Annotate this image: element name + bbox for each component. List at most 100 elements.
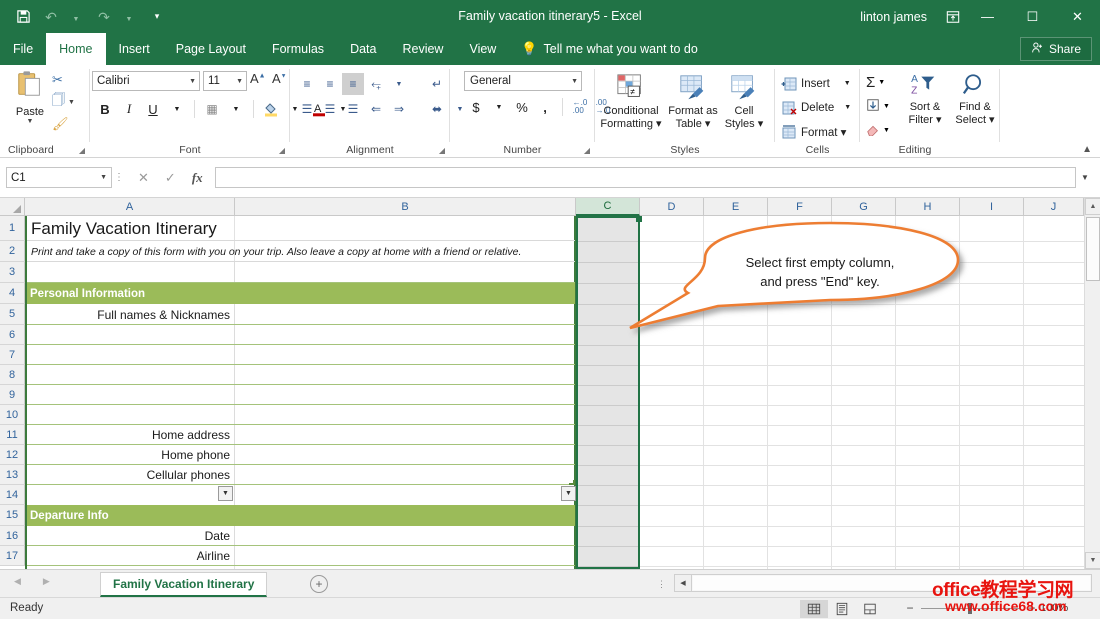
vertical-scroll-thumb[interactable]	[1086, 217, 1100, 281]
row-header-4[interactable]: 4	[0, 283, 25, 304]
share-button[interactable]: Share	[1020, 37, 1092, 61]
column-header-a[interactable]: A	[25, 198, 235, 216]
cut-button[interactable]: ✂	[52, 69, 86, 91]
accounting-dropdown-icon[interactable]: ▼	[489, 96, 509, 118]
autosum-button[interactable]: Σ	[866, 74, 875, 91]
conditional-formatting-button[interactable]: ≠ ConditionalFormatting ▾	[599, 69, 663, 131]
column-header-i[interactable]: I	[960, 198, 1024, 216]
font-name-dropdown-icon[interactable]: ▼	[189, 78, 196, 85]
copy-button[interactable]: 🗍▼	[52, 91, 86, 113]
row-header-16[interactable]: 16	[0, 526, 25, 546]
fill-dropdown-icon[interactable]: ▼	[883, 103, 890, 110]
cell-a6[interactable]	[27, 325, 234, 345]
cell-a9[interactable]	[27, 385, 234, 405]
formula-bar-grip[interactable]: ⋮	[112, 172, 126, 183]
paste-dropdown-icon[interactable]: ▼	[8, 118, 52, 125]
align-left-button[interactable]: ☰	[296, 98, 318, 120]
clear-dropdown-icon[interactable]: ▼	[883, 127, 890, 134]
sort-and-filter-button[interactable]: AZ Sort &Filter ▾	[902, 69, 948, 127]
find-and-select-button[interactable]: Find &Select ▾	[952, 69, 998, 127]
row-header-7[interactable]: 7	[0, 345, 25, 365]
row-header-9[interactable]: 9	[0, 385, 25, 405]
orientation-button[interactable]: ⥆	[365, 73, 387, 95]
column-header-e[interactable]: E	[704, 198, 768, 216]
cell-a12[interactable]: Home phone	[27, 445, 234, 465]
percent-format-button[interactable]: %	[512, 96, 532, 118]
borders-button[interactable]: ▦	[201, 98, 223, 120]
cell-a2[interactable]: Print and take a copy of this form with …	[28, 241, 574, 262]
tab-review[interactable]: Review	[389, 33, 456, 65]
orientation-dropdown-icon[interactable]: ▼	[388, 73, 410, 95]
font-name-input[interactable]: Calibri ▼	[92, 71, 200, 91]
wrap-text-button[interactable]: ↵	[426, 73, 448, 95]
row-header-8[interactable]: 8	[0, 365, 25, 385]
fill-color-button[interactable]	[260, 98, 282, 120]
top-align-button[interactable]: ≡	[296, 73, 318, 95]
expand-formula-bar-icon[interactable]: ▼	[1076, 173, 1094, 182]
row-header-14[interactable]: 14	[0, 485, 25, 505]
format-cells-button[interactable]: Format ▾	[781, 120, 846, 143]
delete-dropdown-icon[interactable]: ▼	[844, 104, 851, 111]
minimize-button[interactable]: —	[965, 0, 1010, 33]
tell-me-box[interactable]: 💡 Tell me what you want to do	[509, 33, 709, 65]
confirm-entry-icon[interactable]: ✓	[165, 170, 176, 186]
tab-data[interactable]: Data	[337, 33, 389, 65]
cell-a10[interactable]	[27, 405, 234, 425]
font-size-dropdown-icon[interactable]: ▼	[236, 78, 243, 85]
next-sheet-icon[interactable]: ▶	[43, 576, 50, 587]
name-box[interactable]: C1 ▼	[6, 167, 112, 188]
formula-input[interactable]	[215, 167, 1076, 188]
underline-dropdown-icon[interactable]: ▼	[166, 98, 188, 120]
column-header-c[interactable]: C	[576, 198, 640, 216]
column-header-d[interactable]: D	[640, 198, 704, 216]
insert-cells-button[interactable]: Insert ▼	[781, 72, 851, 95]
font-size-input[interactable]: 11 ▼	[203, 71, 247, 91]
tab-file[interactable]: File	[0, 33, 46, 65]
column-header-h[interactable]: H	[896, 198, 960, 216]
row-header-15[interactable]: 15	[0, 505, 25, 526]
cell-styles-button[interactable]: CellStyles ▾	[712, 69, 776, 131]
underline-button[interactable]: U	[142, 98, 164, 120]
cell-a16[interactable]: Date	[27, 526, 234, 546]
tab-view[interactable]: View	[456, 33, 509, 65]
tab-page-layout[interactable]: Page Layout	[163, 33, 259, 65]
comma-format-button[interactable]: ,	[535, 96, 555, 118]
normal-view-button[interactable]	[800, 600, 828, 618]
select-all-corner[interactable]	[0, 198, 25, 216]
filter-button-b4[interactable]: ▼	[561, 486, 576, 501]
vertical-scrollbar[interactable]: ▲ ▼	[1084, 198, 1100, 569]
cell-a8[interactable]	[27, 365, 234, 385]
account-name[interactable]: linton james	[860, 10, 927, 24]
row-header-10[interactable]: 10	[0, 405, 25, 425]
autosum-dropdown-icon[interactable]: ▼	[878, 79, 885, 86]
cell-a14[interactable]	[27, 485, 234, 505]
cell-a1[interactable]: Family Vacation Itinerary	[28, 216, 328, 241]
zoom-out-button[interactable]: −	[905, 601, 915, 615]
cell-a17[interactable]: Airline	[27, 546, 234, 566]
maximize-button[interactable]: ☐	[1010, 0, 1055, 33]
row-header-2[interactable]: 2	[0, 241, 25, 262]
cell-a5[interactable]: Full names & Nicknames	[27, 304, 234, 325]
font-dialog-launcher[interactable]: ◢	[279, 146, 285, 155]
delete-cells-button[interactable]: Delete ▼	[781, 96, 851, 119]
bold-button[interactable]: B	[94, 98, 116, 120]
cell-a11[interactable]: Home address	[27, 425, 234, 445]
column-header-j[interactable]: J	[1024, 198, 1084, 216]
tab-formulas[interactable]: Formulas	[259, 33, 337, 65]
scroll-up-button[interactable]: ▲	[1085, 198, 1100, 215]
tab-home[interactable]: Home	[46, 33, 105, 65]
format-painter-button[interactable]: 🖌	[52, 113, 86, 135]
bottom-align-button[interactable]: ≡	[342, 73, 364, 95]
collapse-ribbon-button[interactable]: ▲	[1082, 144, 1092, 155]
cell-a15[interactable]: Departure Info	[30, 505, 210, 526]
close-button[interactable]: ✕	[1055, 0, 1100, 33]
fill-button[interactable]	[866, 98, 880, 115]
borders-dropdown-icon[interactable]: ▼	[225, 98, 247, 120]
accounting-format-button[interactable]: $	[466, 96, 486, 118]
previous-sheet-icon[interactable]: ◀	[14, 576, 21, 587]
shrink-font-button[interactable]: A▼	[272, 71, 287, 86]
paste-button[interactable]: Paste ▼	[8, 69, 52, 125]
alignment-dialog-launcher[interactable]: ◢	[439, 146, 445, 155]
scroll-left-button[interactable]: ◀	[675, 575, 692, 591]
insert-dropdown-icon[interactable]: ▼	[844, 80, 851, 87]
